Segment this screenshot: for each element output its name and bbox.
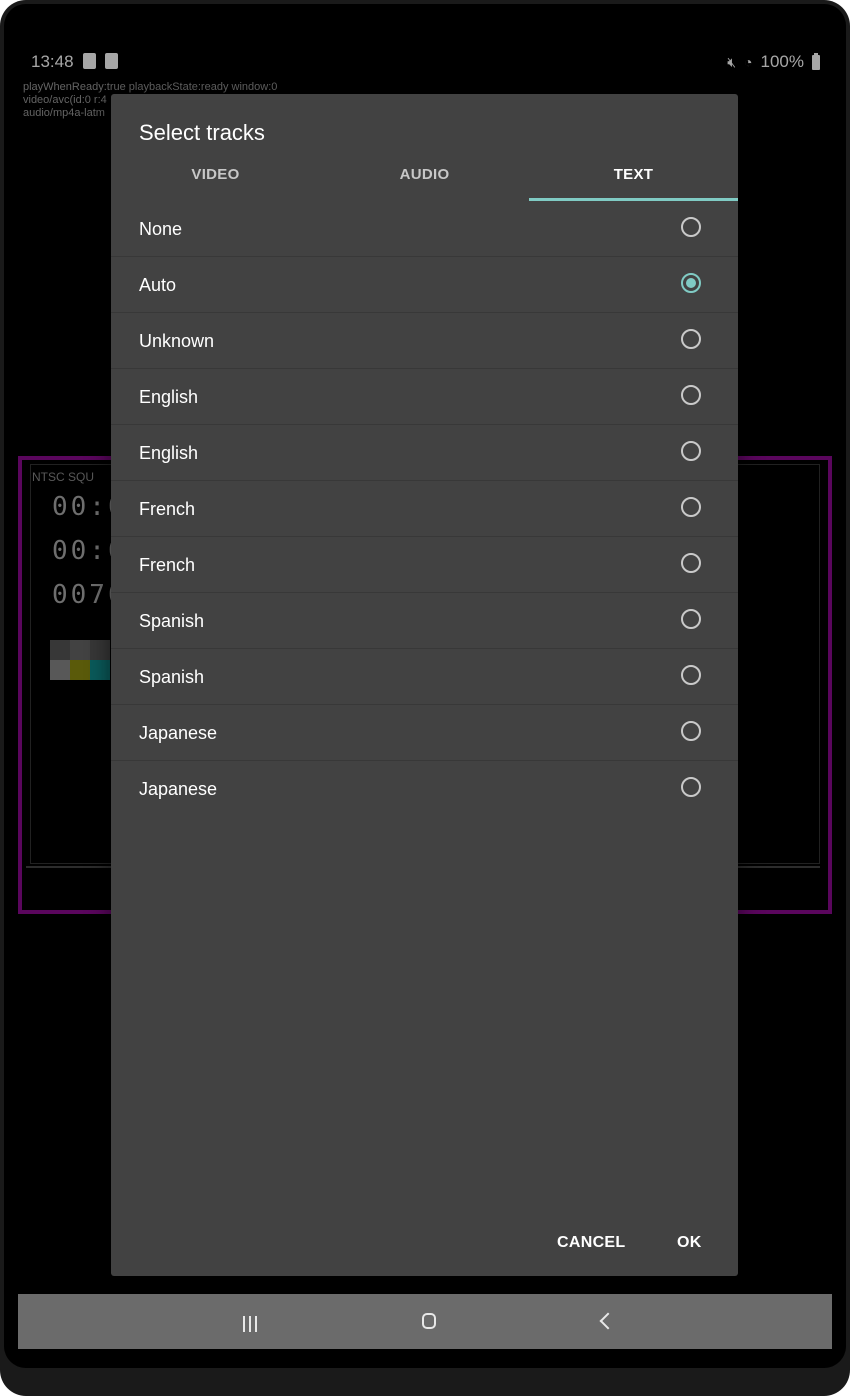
radio-button[interactable]	[681, 441, 701, 461]
radio-button[interactable]	[681, 497, 701, 517]
track-row-french[interactable]: French	[111, 481, 738, 537]
radio-button[interactable]	[681, 609, 701, 629]
track-label: Auto	[139, 275, 177, 295]
track-row-none[interactable]: None	[111, 201, 738, 257]
tab-video[interactable]: VIDEO	[111, 156, 320, 202]
track-label: Spanish	[139, 611, 205, 631]
track-row-spanish[interactable]: Spanish	[111, 593, 738, 649]
radio-button[interactable]	[681, 721, 701, 741]
track-row-spanish[interactable]: Spanish	[111, 649, 738, 705]
home-button[interactable]	[400, 1294, 460, 1349]
track-row-auto[interactable]: Auto	[111, 257, 738, 313]
radio-button[interactable]	[681, 777, 701, 797]
radio-button[interactable]	[681, 217, 701, 237]
track-row-english[interactable]: English	[111, 425, 738, 481]
track-type-tabs: VIDEO AUDIO TEXT	[111, 156, 738, 202]
radio-button-checked[interactable]	[681, 273, 701, 293]
cancel-button[interactable]: CANCEL	[557, 1234, 625, 1252]
back-icon	[599, 1312, 617, 1330]
device-frame: 13:48 🔇︎ ◔ 100% playWhenReady:true playb…	[0, 0, 850, 1396]
tab-text[interactable]: TEXT	[529, 156, 738, 202]
track-label: Spanish	[139, 667, 205, 687]
track-label: None	[139, 219, 183, 239]
track-label: Unknown	[139, 331, 215, 351]
track-label: French	[139, 555, 196, 575]
navigation-bar	[18, 1294, 832, 1349]
radio-button[interactable]	[681, 385, 701, 405]
back-button[interactable]	[578, 1294, 638, 1349]
recent-apps-button[interactable]	[221, 1294, 281, 1349]
track-row-japanese[interactable]: Japanese	[111, 705, 738, 761]
radio-button[interactable]	[681, 665, 701, 685]
screen: 13:48 🔇︎ ◔ 100% playWhenReady:true playb…	[4, 4, 846, 1368]
track-row-unknown[interactable]: Unknown	[111, 313, 738, 369]
track-row-english[interactable]: English	[111, 369, 738, 425]
track-label: English	[139, 443, 199, 463]
track-row-french[interactable]: French	[111, 537, 738, 593]
track-label: English	[139, 387, 199, 407]
radio-button[interactable]	[681, 553, 701, 573]
radio-dot	[686, 278, 696, 288]
select-tracks-dialog: Select tracks VIDEO AUDIO TEXT None Auto…	[111, 94, 738, 1276]
track-label: French	[139, 499, 196, 519]
track-row-japanese[interactable]: Japanese	[111, 761, 738, 816]
radio-button[interactable]	[681, 329, 701, 349]
track-label: Japanese	[139, 779, 218, 799]
track-label: Japanese	[139, 723, 218, 743]
tab-audio[interactable]: AUDIO	[320, 156, 529, 202]
track-list: None Auto Unknown English English French…	[111, 201, 738, 816]
dialog-title: Select tracks	[139, 120, 265, 145]
home-icon	[422, 1313, 436, 1329]
ok-button[interactable]: OK	[677, 1234, 702, 1252]
